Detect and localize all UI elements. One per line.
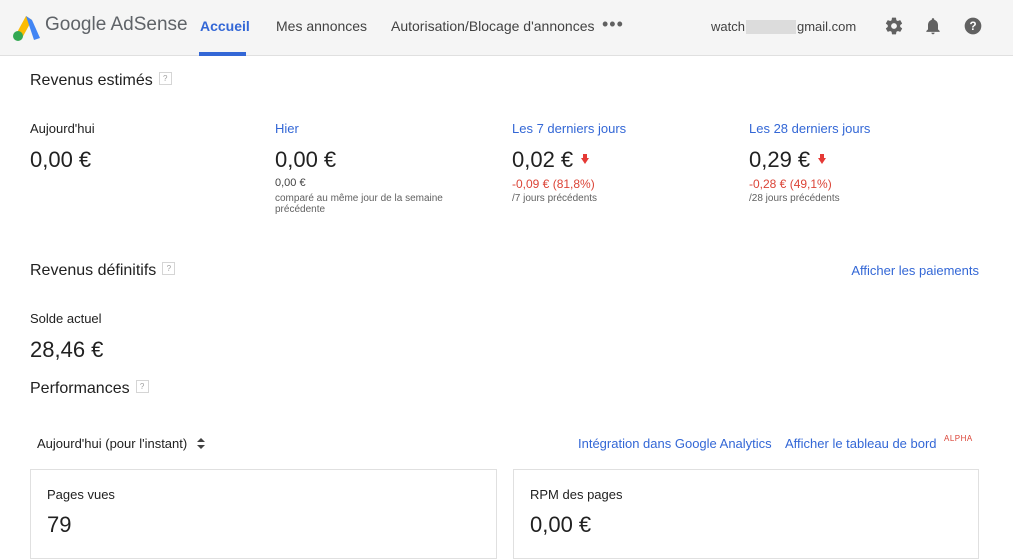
final-earnings-title-text: Revenus définitifs (30, 262, 157, 279)
help-question-icon[interactable]: ? (135, 380, 149, 394)
redacted-block (745, 19, 796, 34)
adsense-logo-icon[interactable] (12, 12, 42, 42)
active-tab-indicator (199, 52, 246, 56)
page-views-label: Pages vues (47, 487, 115, 502)
last-7-days-change: -0,09 € (81,8%) (512, 177, 595, 191)
account-email-suffix: gmail.com (796, 19, 857, 34)
gear-icon[interactable] (884, 16, 904, 36)
alpha-badge: ALPHA (944, 434, 973, 443)
last-28-days-value: 0,29 € (749, 147, 827, 173)
yesterday-compare-value: 0,00 € (275, 177, 306, 189)
today-value: 0,00 € (30, 147, 92, 172)
last-28-days-note: /28 jours précédents (749, 193, 840, 204)
current-balance-label: Solde actuel (30, 311, 102, 326)
period-selector[interactable]: Aujourd'hui (pour l'instant) (37, 436, 205, 451)
page-rpm-label: RPM des pages (530, 487, 623, 502)
account-email[interactable]: watch gmail.com (711, 19, 856, 35)
today-label: Aujourd'hui (30, 121, 95, 136)
yesterday-value: 0,00 € (275, 147, 337, 172)
help-icon[interactable]: ? (963, 16, 983, 36)
last-7-days-link[interactable]: Les 7 derniers jours (512, 121, 626, 136)
last-7-days-value: 0,02 € (512, 147, 590, 173)
trend-down-icon (581, 154, 590, 164)
tab-accueil[interactable]: Accueil (200, 18, 250, 34)
bell-icon[interactable] (923, 16, 943, 36)
more-tabs-button[interactable]: ••• (602, 14, 624, 35)
estimated-earnings-title-text: Revenus estimés (30, 72, 153, 89)
view-payments-link[interactable]: Afficher les paiements (851, 263, 979, 278)
performance-title: Performances? (30, 380, 149, 398)
last-7-days-note: /7 jours précédents (512, 193, 598, 204)
help-question-icon[interactable]: ? (162, 262, 176, 276)
yesterday-compare-note: comparé au même jour de la semaine précé… (275, 193, 443, 215)
yesterday-link[interactable]: Hier (275, 121, 299, 136)
sort-arrows-icon (196, 438, 205, 450)
current-balance-value: 28,46 € (30, 337, 104, 362)
page-views-value: 79 (47, 512, 72, 537)
top-app-bar: Google AdSense Accueil Mes annonces Auto… (0, 0, 1013, 56)
account-email-prefix: watch (711, 19, 745, 34)
last-28-days-link[interactable]: Les 28 derniers jours (749, 121, 870, 136)
last-7-days-value-text: 0,02 € (512, 147, 574, 172)
period-selector-value: Aujourd'hui (pour l'instant) (37, 436, 188, 451)
trend-down-icon (818, 154, 827, 164)
page-rpm-card[interactable]: RPM des pages 0,00 € (513, 469, 979, 559)
tab-mes-annonces[interactable]: Mes annonces (276, 18, 367, 34)
help-question-icon[interactable]: ? (158, 72, 172, 86)
last-28-days-value-text: 0,29 € (749, 147, 811, 172)
estimated-earnings-title: Revenus estimés? (30, 72, 172, 90)
svg-text:?: ? (969, 20, 976, 33)
last-28-days-change: -0,28 € (49,1%) (749, 177, 832, 191)
analytics-integration-link[interactable]: Intégration dans Google Analytics (578, 436, 772, 451)
view-dashboard-link[interactable]: Afficher le tableau de bord (785, 436, 937, 451)
final-earnings-title: Revenus définitifs? (30, 262, 176, 280)
performance-title-text: Performances (30, 380, 130, 397)
tab-autorisation-blocage[interactable]: Autorisation/Blocage d'annonces (391, 18, 594, 34)
page-rpm-value: 0,00 € (530, 512, 592, 537)
page-views-card[interactable]: Pages vues 79 (30, 469, 497, 559)
brand-name[interactable]: Google AdSense (45, 14, 188, 36)
